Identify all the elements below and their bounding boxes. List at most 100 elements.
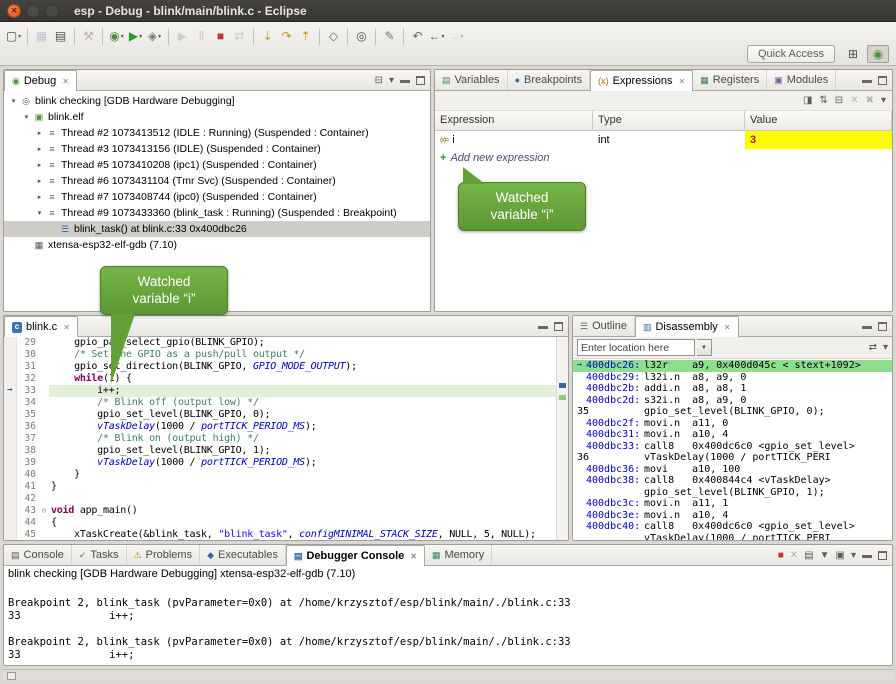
debug-tree-item[interactable]: ▸≡Thread #3 1073413156 (IDLE) (Suspended… [4,141,430,157]
tab-problems[interactable]: ⚠Problems [127,545,201,565]
sync-icon[interactable]: ⇄ [869,342,877,353]
line-number[interactable]: 31 [17,361,39,373]
annotation-gutter[interactable] [4,505,17,517]
line-number[interactable]: 39 [17,457,39,469]
annotation-gutter[interactable] [4,421,17,433]
minimize-button[interactable] [26,4,40,18]
build-icon[interactable]: ⚒ [79,26,98,46]
line-number[interactable]: 35 [17,409,39,421]
tab-modules[interactable]: ▣Modules [767,70,836,90]
quick-access-button[interactable]: Quick Access [747,45,835,63]
annotation-gutter[interactable] [4,433,17,445]
last-edit-location-icon[interactable]: ↶ [408,26,427,46]
show-type-names-icon[interactable]: ◨ [803,95,812,106]
remove-expression-icon[interactable]: ✕ [850,95,858,106]
resume-icon[interactable]: ▶ [173,26,192,46]
debug-tree-item[interactable]: ▸≡Thread #7 1073408744 (ipc0) (Suspended… [4,189,430,205]
step-into-icon[interactable]: ⇣ [258,26,277,46]
annotation-gutter[interactable] [4,397,17,409]
debug-tree-item[interactable]: ▸≡Thread #5 1073410208 (ipc1) (Suspended… [4,157,430,173]
add-expression-row[interactable]: +Add new expression [435,149,892,167]
tree-expand-icon[interactable]: ▾ [34,209,45,217]
column-header-value[interactable]: Value [745,111,892,130]
annotation-mark[interactable] [559,395,566,400]
line-number[interactable]: 29 [17,337,39,349]
maximize-view-icon[interactable] [878,551,887,560]
tab-variables[interactable]: ▤Variables [435,70,508,90]
close-tab-icon[interactable]: ✕ [724,323,731,332]
close-tab-icon[interactable]: ✕ [679,77,686,86]
line-number[interactable]: 34 [17,397,39,409]
debug-icon[interactable]: ◉▾ [107,26,126,46]
annotation-gutter[interactable] [4,529,17,540]
column-header-expression[interactable]: Expression [435,111,593,130]
tab-console[interactable]: ▤Console [4,545,72,565]
annotation-gutter[interactable] [4,457,17,469]
location-dropdown-icon[interactable]: ▼ [697,339,712,356]
terminate-icon[interactable]: ■ [778,550,784,561]
expression-row[interactable]: (x)=iint3 [435,131,892,149]
search-icon[interactable]: ◎ [352,26,371,46]
tree-expand-icon[interactable]: ▸ [34,145,45,153]
tree-expand-icon[interactable]: ▾ [21,113,32,121]
debug-tree-item[interactable]: ▾◎blink checking [GDB Hardware Debugging… [4,93,430,109]
column-header-type[interactable]: Type [593,111,745,130]
tab-executables[interactable]: ◆Executables [200,545,286,565]
disconnect-icon[interactable]: ⇄ [230,26,249,46]
annotation-mark[interactable] [559,383,566,388]
disassembly-listing[interactable]: →400dbc26:l32r a9, 0x400d045c < stext+10… [573,359,892,540]
line-number[interactable]: 45 [17,529,39,540]
annotation-gutter[interactable] [4,445,17,457]
minimize-view-icon[interactable] [400,77,410,83]
tree-expand-icon[interactable]: ▾ [8,97,19,105]
tree-expand-icon[interactable]: ▸ [34,177,45,185]
debug-tree-item[interactable]: ▸≡Thread #2 1073413512 (IDLE : Running) … [4,125,430,141]
close-tab-icon[interactable]: ✕ [63,323,70,332]
line-number[interactable]: 40 [17,469,39,481]
annotation-gutter[interactable] [4,373,17,385]
fold-marker-icon[interactable]: ⊖ [39,505,49,517]
print-icon[interactable]: ▤ [51,26,70,46]
maximize-button[interactable] [45,4,59,18]
mark-occurrences-icon[interactable]: ✎ [380,26,399,46]
tab-registers[interactable]: ▦Registers [693,70,767,90]
line-number[interactable]: 41 [17,481,39,493]
view-menu-icon[interactable]: ▾ [883,342,888,353]
instruction-stepping-icon[interactable]: ◇ [324,26,343,46]
maximize-view-icon[interactable] [554,322,563,331]
debug-tree-item[interactable]: ▾≡Thread #9 1073433360 (blink_task : Run… [4,205,430,221]
debug-tree-item[interactable]: ☰blink_task() at blink.c:33 0x400dbc26 [4,221,430,237]
annotation-gutter[interactable] [4,337,17,349]
maximize-view-icon[interactable] [878,322,887,331]
open-perspective-icon[interactable]: ⊞ [842,45,864,63]
step-return-icon[interactable]: ⇡ [296,26,315,46]
tree-expand-icon[interactable]: ▸ [34,161,45,169]
line-number[interactable]: 30 [17,349,39,361]
line-number[interactable]: 44 [17,517,39,529]
tab-expressions[interactable]: (x)Expressions✕ [590,70,693,91]
line-number[interactable]: 42 [17,493,39,505]
remove-launch-icon[interactable]: ✕ [790,550,798,561]
collapse-all-icon[interactable]: ⊟ [375,75,383,86]
minimize-view-icon[interactable] [862,552,872,558]
view-menu-icon[interactable]: ▾ [389,75,394,86]
annotation-gutter[interactable] [4,409,17,421]
save-icon[interactable]: ▦ [32,26,51,46]
terminate-icon[interactable]: ■ [211,26,230,46]
tab-blink-c[interactable]: cblink.c✕ [4,316,78,337]
annotation-gutter[interactable] [4,493,17,505]
line-number[interactable]: 36 [17,421,39,433]
location-input[interactable]: Enter location here [577,339,695,356]
instruction-pointer-icon[interactable]: → [4,385,17,397]
close-tab-icon[interactable]: ✕ [62,77,69,86]
tree-expand-icon[interactable]: ▸ [34,129,45,137]
line-number[interactable]: 32 [17,373,39,385]
debug-perspective-icon[interactable]: ◉ [867,45,889,63]
collapse-all-icon[interactable]: ⊟ [835,95,843,106]
back-icon[interactable]: ←▾ [427,26,446,46]
minimize-view-icon[interactable] [862,77,872,83]
code-editor[interactable]: 29 gpio_pad_select_gpio(BLINK_GPIO);30 /… [4,337,568,540]
tab-memory[interactable]: ▦Memory [425,545,492,565]
debug-tree-item[interactable]: ▦xtensa-esp32-elf-gdb (7.10) [4,237,430,253]
tree-expand-icon[interactable]: ▸ [34,193,45,201]
